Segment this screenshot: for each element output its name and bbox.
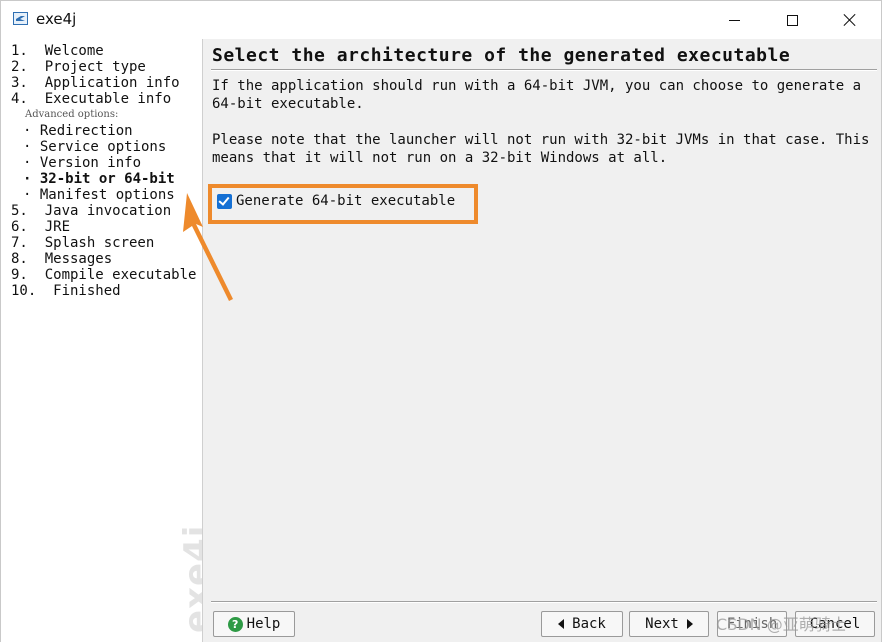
- watermark-text: exe4j: [177, 524, 203, 633]
- next-button[interactable]: Next: [629, 611, 709, 637]
- annotation-highlight-box: [208, 184, 478, 224]
- back-arrow-icon: [558, 619, 565, 629]
- close-icon: [843, 13, 857, 27]
- note-line-2: means that it will not run on a 32-bit W…: [212, 150, 668, 166]
- step-project-type[interactable]: 2. Project type: [11, 59, 146, 75]
- next-arrow-icon: [686, 619, 693, 629]
- step-messages[interactable]: 8. Messages: [11, 251, 112, 267]
- exe4j-app-icon: [13, 12, 28, 25]
- step-32-or-64-bit[interactable]: · 32-bit or 64-bit: [23, 171, 175, 187]
- close-button[interactable]: [821, 1, 879, 39]
- step-finished[interactable]: 10. Finished: [11, 283, 121, 299]
- exe4j-watermark: exe4j: [141, 513, 203, 642]
- help-icon: ?: [227, 616, 243, 632]
- step-service-options[interactable]: · Service options: [23, 139, 166, 155]
- step-redirection[interactable]: · Redirection: [23, 123, 133, 139]
- minimize-button[interactable]: [705, 1, 763, 39]
- csdn-watermark: CSDN @亚萌骑士: [716, 615, 847, 634]
- step-manifest-options[interactable]: · Manifest options: [23, 187, 175, 203]
- advanced-options-label: Advanced options:: [25, 109, 119, 120]
- title-bar: exe4j: [1, 1, 881, 39]
- button-bar-divider: [211, 601, 877, 603]
- page-title: Select the architecture of the generated…: [212, 45, 791, 66]
- window-title: exe4j: [36, 10, 77, 28]
- step-java-invocation[interactable]: 5. Java invocation: [11, 203, 171, 219]
- step-version-info[interactable]: · Version info: [23, 155, 141, 171]
- step-jre[interactable]: 6. JRE: [11, 219, 70, 235]
- step-welcome[interactable]: 1. Welcome: [11, 43, 104, 59]
- exe4j-window: exe4j 1. Welcome 2. Project type 3. Appl…: [0, 0, 882, 642]
- maximize-icon: [786, 14, 798, 26]
- step-splash-screen[interactable]: 7. Splash screen: [11, 235, 154, 251]
- note-line-1: Please note that the launcher will not r…: [212, 132, 870, 148]
- next-button-label: Next: [645, 616, 679, 632]
- back-button-label: Back: [572, 616, 606, 632]
- step-application-info[interactable]: 3. Application info: [11, 75, 180, 91]
- help-button-label: Help: [246, 616, 281, 632]
- step-compile-executable[interactable]: 9. Compile executable: [11, 267, 196, 283]
- title-divider: [211, 69, 877, 71]
- description-line-1: If the application should run with a 64-…: [212, 78, 862, 94]
- steps-sidebar: 1. Welcome 2. Project type 3. Applicatio…: [1, 39, 203, 642]
- minimize-icon: [728, 19, 740, 21]
- annotation-arrow-icon: [183, 193, 233, 301]
- main-panel: Select the architecture of the generated…: [203, 39, 881, 642]
- description-line-2: 64-bit executable.: [212, 96, 364, 112]
- maximize-button[interactable]: [763, 1, 821, 39]
- help-button[interactable]: ? Help: [213, 611, 295, 637]
- back-button[interactable]: Back: [541, 611, 623, 637]
- step-executable-info[interactable]: 4. Executable info: [11, 91, 171, 107]
